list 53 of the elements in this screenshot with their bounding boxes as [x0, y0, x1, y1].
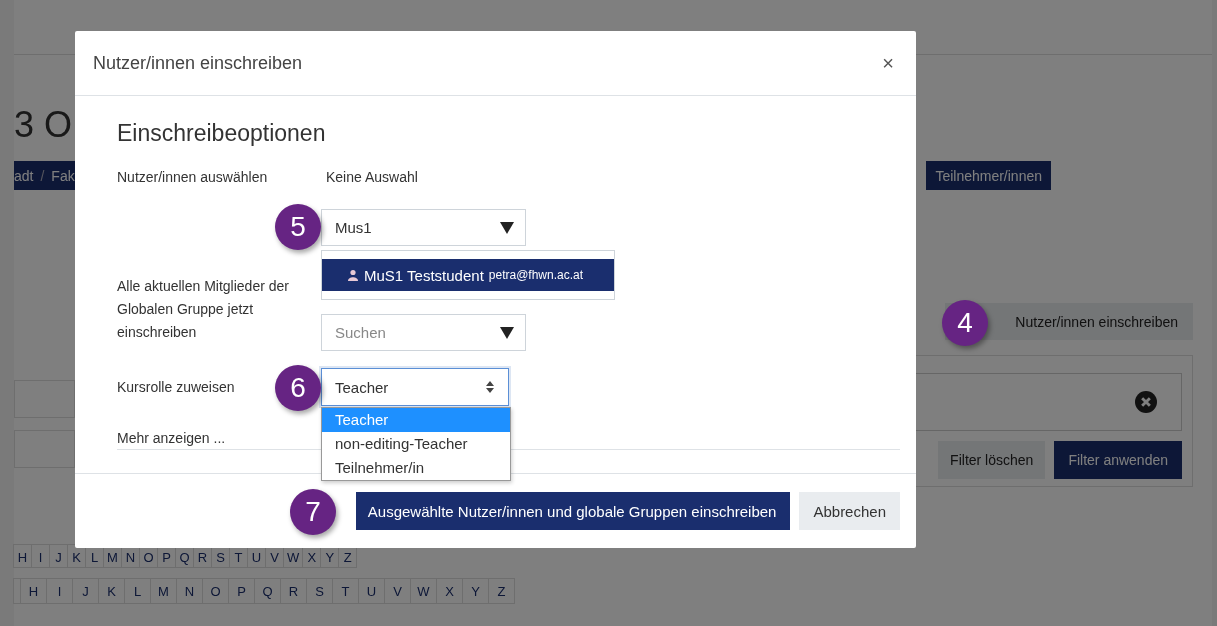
letter-link[interactable]: I [31, 544, 50, 568]
field-label: Alle aktuellen Mitglieder der Globalen Gruppe jetzt einschreiben [117, 277, 290, 342]
page-title: 3 O [14, 104, 73, 145]
breadcrumb-link[interactable]: adt [14, 167, 34, 184]
role-option[interactable]: Teacher [322, 408, 510, 432]
field-label: Kursrolle zuweisen [117, 379, 235, 395]
letter-link[interactable]: T [332, 578, 359, 604]
letter-link[interactable]: X [436, 578, 463, 604]
letter-link[interactable]: Y [462, 578, 489, 604]
breadcrumb-separator: / [40, 167, 45, 184]
letter-link[interactable]: U [358, 578, 385, 604]
form-field[interactable] [14, 430, 75, 468]
section-heading: Einschreibeoptionen [117, 120, 327, 147]
clear-icon[interactable] [1135, 391, 1157, 413]
letter-link[interactable]: P [228, 578, 255, 604]
role-select[interactable]: Teacher [321, 368, 509, 406]
letter-link[interactable]: R [280, 578, 307, 604]
letter-link[interactable]: M [150, 578, 177, 604]
show-more-link[interactable]: Mehr anzeigen ... [117, 430, 226, 446]
form-field[interactable] [14, 380, 75, 418]
group-search-field[interactable]: Suchen [321, 314, 526, 351]
letter-link[interactable]: L [124, 578, 151, 604]
role-option[interactable]: Teilnehmer/in [322, 456, 510, 480]
caret-icon [500, 221, 514, 234]
letter-link[interactable]: K [98, 578, 125, 604]
cancel-button[interactable]: Abbrechen [799, 492, 900, 530]
field-label: Nutzer/innen auswählen [117, 169, 268, 185]
letter-link[interactable]: Z [488, 578, 515, 604]
participants-button[interactable]: Teilnehmer/innen [926, 161, 1051, 190]
breadcrumb-link[interactable]: Fak [51, 167, 75, 184]
letter-link[interactable]: W [410, 578, 437, 604]
dialog-title: Nutzer/innen einschreiben [93, 52, 303, 74]
letter-link[interactable]: N [176, 578, 203, 604]
letter-link[interactable]: J [49, 544, 68, 568]
caret-icon [500, 326, 514, 339]
letter-link[interactable]: O [202, 578, 229, 604]
letter-link[interactable]: V [384, 578, 411, 604]
letter-link[interactable]: I [46, 578, 73, 604]
suggestion-item[interactable]: MuS1 Teststudent petra@fhwn.ac.at [322, 259, 614, 291]
letter-link[interactable]: H [13, 544, 32, 568]
sort-icon [486, 381, 494, 393]
enrol-selected-button[interactable]: Ausgewählte Nutzer/innen und globale Gruppen einschreiben [355, 492, 791, 530]
letter-link[interactable]: S [306, 578, 333, 604]
close-button[interactable]: × [878, 51, 898, 75]
selection-text: Keine Auswahl [325, 169, 418, 185]
clear-filter-button[interactable]: Filter löschen [938, 441, 1046, 479]
user-search-field[interactable]: Mus1 [321, 209, 526, 246]
letter-link[interactable]: Q [254, 578, 281, 604]
apply-filter-button[interactable]: Filter anwenden [1054, 441, 1182, 479]
user-icon [347, 269, 359, 281]
role-option[interactable]: non-editing-Teacher [322, 432, 510, 456]
letter-link[interactable]: H [20, 578, 47, 604]
letter-link[interactable]: J [72, 578, 99, 604]
